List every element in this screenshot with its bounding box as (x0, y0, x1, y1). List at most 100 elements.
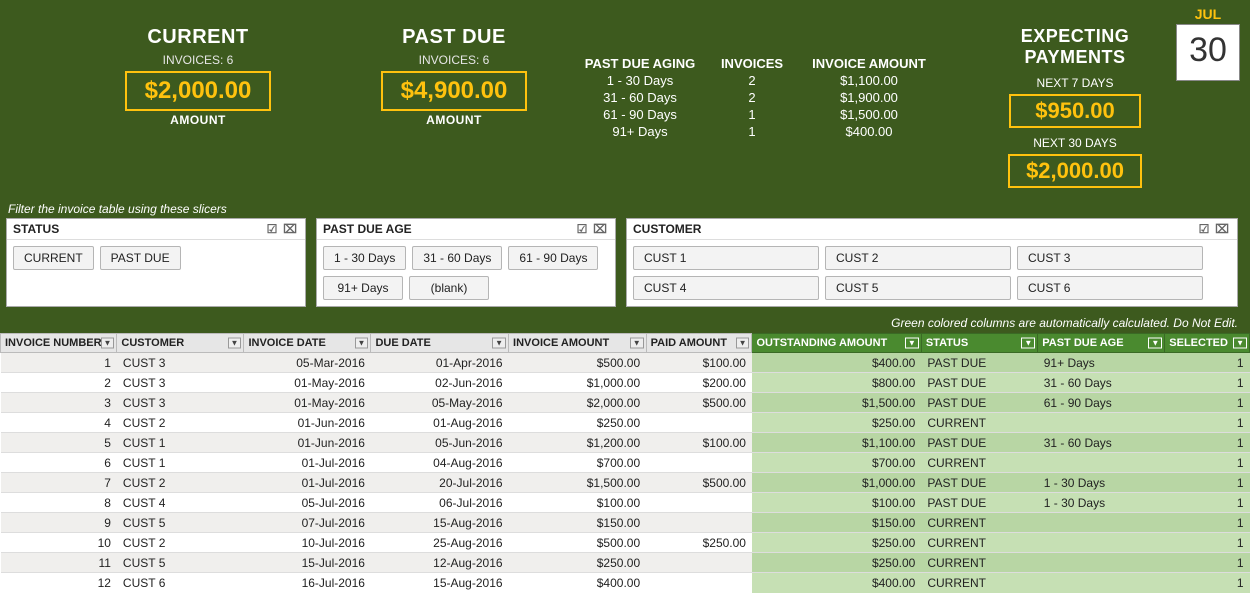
filter-dropdown-icon[interactable]: ▼ (905, 338, 919, 349)
cell-out[interactable]: $100.00 (752, 493, 921, 513)
cell-paid[interactable] (646, 573, 752, 593)
cell-out[interactable]: $250.00 (752, 533, 921, 553)
cell-status[interactable]: CURRENT (921, 573, 1037, 593)
cell-status[interactable]: PAST DUE (921, 493, 1037, 513)
filter-dropdown-icon[interactable]: ▼ (228, 338, 242, 349)
cell-status[interactable]: PAST DUE (921, 353, 1037, 373)
cell-cust[interactable]: CUST 4 (117, 493, 244, 513)
cell-age[interactable]: 1 - 30 Days (1038, 493, 1165, 513)
cell-num[interactable]: 8 (1, 493, 117, 513)
cell-cust[interactable]: CUST 1 (117, 433, 244, 453)
cell-num[interactable]: 4 (1, 413, 117, 433)
cell-ddate[interactable]: 12-Aug-2016 (371, 553, 509, 573)
cell-status[interactable]: CURRENT (921, 553, 1037, 573)
cell-ddate[interactable]: 15-Aug-2016 (371, 573, 509, 593)
cell-status[interactable]: CURRENT (921, 453, 1037, 473)
table-row[interactable]: 2CUST 301-May-201602-Jun-2016$1,000.00$2… (1, 373, 1250, 393)
cell-inv[interactable]: $400.00 (509, 573, 647, 593)
cell-sel[interactable]: 1 (1165, 413, 1250, 433)
filter-dropdown-icon[interactable]: ▼ (101, 338, 115, 349)
column-header[interactable]: PAST DUE AGE▼ (1038, 334, 1165, 353)
cell-idate[interactable]: 05-Mar-2016 (244, 353, 371, 373)
slicer-status-item[interactable]: PAST DUE (100, 246, 181, 270)
cell-paid[interactable]: $100.00 (646, 433, 752, 453)
cell-sel[interactable]: 1 (1165, 473, 1250, 493)
cell-sel[interactable]: 1 (1165, 533, 1250, 553)
clear-filter-icon[interactable]: ⌧ (1213, 222, 1231, 236)
cell-paid[interactable]: $500.00 (646, 393, 752, 413)
cell-status[interactable]: CURRENT (921, 513, 1037, 533)
table-row[interactable]: 6CUST 101-Jul-201604-Aug-2016$700.00$700… (1, 453, 1250, 473)
cell-paid[interactable] (646, 493, 752, 513)
column-header[interactable]: CUSTOMER▼ (117, 334, 244, 353)
slicer-customer-item[interactable]: CUST 4 (633, 276, 819, 300)
cell-num[interactable]: 3 (1, 393, 117, 413)
cell-status[interactable]: PAST DUE (921, 433, 1037, 453)
cell-status[interactable]: CURRENT (921, 533, 1037, 553)
cell-sel[interactable]: 1 (1165, 573, 1250, 593)
cell-paid[interactable] (646, 513, 752, 533)
cell-num[interactable]: 9 (1, 513, 117, 533)
table-row[interactable]: 3CUST 301-May-201605-May-2016$2,000.00$5… (1, 393, 1250, 413)
cell-idate[interactable]: 16-Jul-2016 (244, 573, 371, 593)
cell-idate[interactable]: 01-Jun-2016 (244, 433, 371, 453)
cell-cust[interactable]: CUST 3 (117, 353, 244, 373)
filter-dropdown-icon[interactable]: ▼ (355, 338, 369, 349)
slicer-age-item[interactable]: 91+ Days (323, 276, 403, 300)
slicer-age-item[interactable]: (blank) (409, 276, 489, 300)
cell-age[interactable] (1038, 533, 1165, 553)
cell-idate[interactable]: 01-Jul-2016 (244, 473, 371, 493)
table-row[interactable]: 10CUST 210-Jul-201625-Aug-2016$500.00$25… (1, 533, 1250, 553)
cell-idate[interactable]: 01-May-2016 (244, 393, 371, 413)
cell-idate[interactable]: 15-Jul-2016 (244, 553, 371, 573)
cell-ddate[interactable]: 02-Jun-2016 (371, 373, 509, 393)
cell-num[interactable]: 12 (1, 573, 117, 593)
cell-age[interactable] (1038, 453, 1165, 473)
cell-ddate[interactable]: 20-Jul-2016 (371, 473, 509, 493)
cell-inv[interactable]: $250.00 (509, 413, 647, 433)
cell-idate[interactable]: 05-Jul-2016 (244, 493, 371, 513)
cell-out[interactable]: $150.00 (752, 513, 921, 533)
cell-out[interactable]: $1,500.00 (752, 393, 921, 413)
cell-inv[interactable]: $150.00 (509, 513, 647, 533)
filter-dropdown-icon[interactable]: ▼ (1021, 338, 1035, 349)
cell-age[interactable] (1038, 413, 1165, 433)
cell-sel[interactable]: 1 (1165, 553, 1250, 573)
slicer-status-item[interactable]: CURRENT (13, 246, 94, 270)
cell-out[interactable]: $800.00 (752, 373, 921, 393)
cell-ddate[interactable]: 04-Aug-2016 (371, 453, 509, 473)
cell-sel[interactable]: 1 (1165, 453, 1250, 473)
cell-ddate[interactable]: 25-Aug-2016 (371, 533, 509, 553)
cell-inv[interactable]: $1,000.00 (509, 373, 647, 393)
cell-num[interactable]: 2 (1, 373, 117, 393)
cell-num[interactable]: 1 (1, 353, 117, 373)
cell-out[interactable]: $1,000.00 (752, 473, 921, 493)
cell-inv[interactable]: $700.00 (509, 453, 647, 473)
cell-num[interactable]: 6 (1, 453, 117, 473)
column-header[interactable]: INVOICE AMOUNT▼ (509, 334, 647, 353)
cell-sel[interactable]: 1 (1165, 353, 1250, 373)
cell-idate[interactable]: 01-Jun-2016 (244, 413, 371, 433)
cell-cust[interactable]: CUST 2 (117, 413, 244, 433)
filter-dropdown-icon[interactable]: ▼ (736, 338, 750, 349)
cell-idate[interactable]: 10-Jul-2016 (244, 533, 371, 553)
cell-out[interactable]: $250.00 (752, 553, 921, 573)
cell-ddate[interactable]: 15-Aug-2016 (371, 513, 509, 533)
cell-paid[interactable] (646, 413, 752, 433)
cell-paid[interactable] (646, 553, 752, 573)
cell-ddate[interactable]: 06-Jul-2016 (371, 493, 509, 513)
cell-age[interactable]: 31 - 60 Days (1038, 373, 1165, 393)
cell-ddate[interactable]: 05-May-2016 (371, 393, 509, 413)
cell-paid[interactable]: $500.00 (646, 473, 752, 493)
cell-age[interactable] (1038, 553, 1165, 573)
cell-paid[interactable]: $250.00 (646, 533, 752, 553)
column-header[interactable]: INVOICE NUMBER▼ (1, 334, 117, 353)
cell-sel[interactable]: 1 (1165, 393, 1250, 413)
table-row[interactable]: 1CUST 305-Mar-201601-Apr-2016$500.00$100… (1, 353, 1250, 373)
cell-cust[interactable]: CUST 1 (117, 453, 244, 473)
cell-inv[interactable]: $1,500.00 (509, 473, 647, 493)
cell-idate[interactable]: 07-Jul-2016 (244, 513, 371, 533)
clear-filter-icon[interactable]: ⌧ (281, 222, 299, 236)
cell-paid[interactable]: $200.00 (646, 373, 752, 393)
cell-cust[interactable]: CUST 5 (117, 553, 244, 573)
